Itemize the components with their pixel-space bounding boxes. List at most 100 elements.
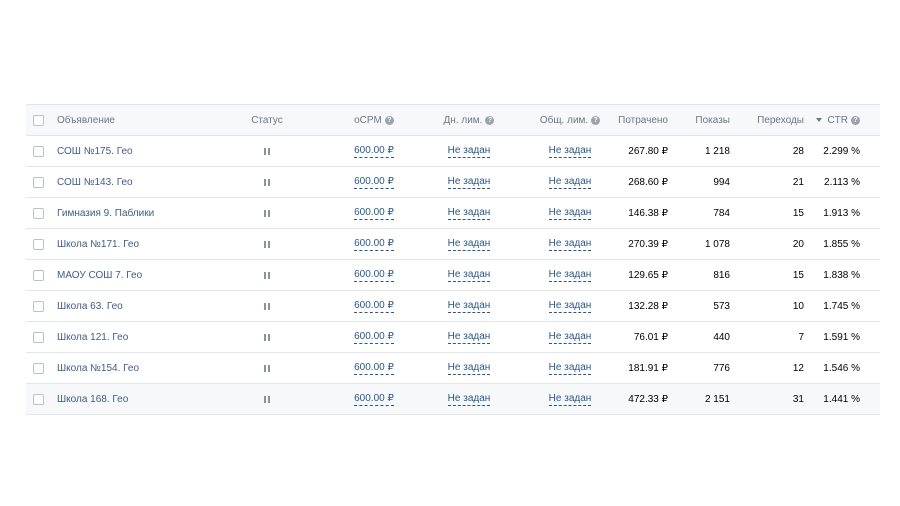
status-cell[interactable]: [232, 229, 302, 259]
daily-limit-cell[interactable]: Не задан: [424, 136, 514, 166]
table-row[interactable]: Школа 63. Гео 600.00 ₽ Не задан Не задан 132…: [26, 291, 880, 322]
row-checkbox-cell[interactable]: [33, 260, 47, 290]
status-cell[interactable]: [232, 167, 302, 197]
ocpm-value[interactable]: 600.00 ₽: [354, 145, 394, 158]
row-checkbox[interactable]: [33, 176, 44, 188]
table-row[interactable]: Школа №154. Гео 600.00 ₽ Не задан Не задан 1…: [26, 353, 880, 384]
ocpm-value[interactable]: 600.00 ₽: [354, 238, 394, 251]
status-cell[interactable]: [232, 353, 302, 383]
daily-limit-value[interactable]: Не задан: [447, 176, 491, 189]
help-circle-icon[interactable]: ?: [384, 115, 394, 125]
status-cell[interactable]: [232, 260, 302, 290]
daily-limit-value[interactable]: Не задан: [447, 393, 491, 406]
ad-name-link[interactable]: Гимназия 9. Паблики: [57, 208, 154, 219]
pause-icon[interactable]: [264, 395, 270, 403]
ocpm-cell[interactable]: 600.00 ₽: [334, 167, 414, 197]
row-checkbox-cell[interactable]: [33, 384, 47, 414]
ad-name-cell[interactable]: Школа №154. Гео: [57, 353, 139, 383]
ocpm-cell[interactable]: 600.00 ₽: [334, 353, 414, 383]
daily-limit-cell[interactable]: Не задан: [424, 167, 514, 197]
ad-name-cell[interactable]: СОШ №175. Гео: [57, 136, 133, 166]
column-header-spent[interactable]: Потрачено: [598, 105, 668, 135]
daily-limit-value[interactable]: Не задан: [447, 145, 491, 158]
pause-icon[interactable]: [264, 333, 270, 341]
daily-limit-cell[interactable]: Не задан: [424, 198, 514, 228]
table-row[interactable]: Школа №171. Гео 600.00 ₽ Не задан Не задан 2…: [26, 229, 880, 260]
ad-name-link[interactable]: Школа 63. Гео: [57, 301, 123, 312]
row-checkbox[interactable]: [33, 145, 44, 157]
daily-limit-cell[interactable]: Не задан: [424, 322, 514, 352]
daily-limit-cell[interactable]: Не задан: [424, 384, 514, 414]
status-cell[interactable]: [232, 136, 302, 166]
daily-limit-value[interactable]: Не задан: [447, 238, 491, 251]
column-header-ctr[interactable]: CTR ?: [802, 105, 860, 135]
ad-name-cell[interactable]: Школа 121. Гео: [57, 322, 128, 352]
daily-limit-cell[interactable]: Не задан: [424, 229, 514, 259]
table-row[interactable]: СОШ №175. Гео 600.00 ₽ Не задан Не задан 267…: [26, 136, 880, 167]
row-checkbox[interactable]: [33, 269, 44, 281]
ad-name-link[interactable]: Школа №154. Гео: [57, 363, 139, 374]
ocpm-cell[interactable]: 600.00 ₽: [334, 322, 414, 352]
column-header-ad[interactable]: Объявление: [57, 105, 115, 135]
ad-name-link[interactable]: МАОУ СОШ 7. Гео: [57, 270, 142, 281]
ocpm-cell[interactable]: 600.00 ₽: [334, 291, 414, 321]
help-circle-icon[interactable]: ?: [851, 115, 860, 125]
ocpm-cell[interactable]: 600.00 ₽: [334, 136, 414, 166]
column-header-clicks[interactable]: Переходы: [736, 105, 804, 135]
ad-name-link[interactable]: СОШ №143. Гео: [57, 177, 133, 188]
row-checkbox[interactable]: [33, 300, 44, 312]
column-header-status[interactable]: Статус: [232, 105, 302, 135]
table-row[interactable]: Школа 121. Гео 600.00 ₽ Не задан Не задан 76…: [26, 322, 880, 353]
total-limit-value[interactable]: Не задан: [548, 362, 592, 375]
ad-name-link[interactable]: Школа 121. Гео: [57, 332, 128, 343]
ocpm-cell[interactable]: 600.00 ₽: [334, 198, 414, 228]
row-checkbox[interactable]: [33, 362, 44, 374]
daily-limit-value[interactable]: Не задан: [447, 300, 491, 313]
row-checkbox-cell[interactable]: [33, 136, 47, 166]
column-header-daily-limit[interactable]: Дн. лим. ?: [424, 105, 514, 135]
total-limit-value[interactable]: Не задан: [548, 300, 592, 313]
total-limit-value[interactable]: Не задан: [548, 269, 592, 282]
status-cell[interactable]: [232, 322, 302, 352]
ocpm-value[interactable]: 600.00 ₽: [354, 362, 394, 375]
table-row[interactable]: МАОУ СОШ 7. Гео 600.00 ₽ Не задан Не задан 1…: [26, 260, 880, 291]
row-checkbox-cell[interactable]: [33, 198, 47, 228]
row-checkbox[interactable]: [33, 238, 44, 250]
ad-name-cell[interactable]: МАОУ СОШ 7. Гео: [57, 260, 142, 290]
daily-limit-cell[interactable]: Не задан: [424, 353, 514, 383]
daily-limit-cell[interactable]: Не задан: [424, 291, 514, 321]
pause-icon[interactable]: [264, 178, 270, 186]
pause-icon[interactable]: [264, 364, 270, 372]
row-checkbox-cell[interactable]: [33, 229, 47, 259]
ad-name-cell[interactable]: СОШ №143. Гео: [57, 167, 133, 197]
daily-limit-value[interactable]: Не задан: [447, 331, 491, 344]
daily-limit-value[interactable]: Не задан: [447, 269, 491, 282]
pause-icon[interactable]: [264, 147, 270, 155]
table-row[interactable]: Гимназия 9. Паблики 600.00 ₽ Не задан Не за…: [26, 198, 880, 229]
ad-name-link[interactable]: Школа 168. Гео: [57, 394, 128, 405]
ad-name-link[interactable]: СОШ №175. Гео: [57, 146, 133, 157]
select-all-checkbox[interactable]: [33, 114, 44, 126]
ocpm-value[interactable]: 600.00 ₽: [354, 176, 394, 189]
ad-name-cell[interactable]: Школа 168. Гео: [57, 384, 128, 414]
total-limit-value[interactable]: Не задан: [548, 393, 592, 406]
column-header-ocpm[interactable]: оCPM ?: [334, 105, 414, 135]
ad-name-cell[interactable]: Школа №171. Гео: [57, 229, 139, 259]
total-limit-value[interactable]: Не задан: [548, 331, 592, 344]
help-circle-icon[interactable]: ?: [485, 115, 495, 125]
ad-name-cell[interactable]: Школа 63. Гео: [57, 291, 123, 321]
ocpm-value[interactable]: 600.00 ₽: [354, 269, 394, 282]
total-limit-value[interactable]: Не задан: [548, 207, 592, 220]
table-row[interactable]: Школа 168. Гео 600.00 ₽ Не задан Не задан 47…: [26, 384, 880, 415]
status-cell[interactable]: [232, 198, 302, 228]
table-row[interactable]: СОШ №143. Гео 600.00 ₽ Не задан Не задан 268…: [26, 167, 880, 198]
row-checkbox-cell[interactable]: [33, 167, 47, 197]
row-checkbox[interactable]: [33, 207, 44, 219]
daily-limit-value[interactable]: Не задан: [447, 362, 491, 375]
pause-icon[interactable]: [264, 302, 270, 310]
ad-name-link[interactable]: Школа №171. Гео: [57, 239, 139, 250]
row-checkbox-cell[interactable]: [33, 291, 47, 321]
total-limit-value[interactable]: Не задан: [548, 145, 592, 158]
status-cell[interactable]: [232, 291, 302, 321]
select-all-checkbox-cell[interactable]: [33, 105, 47, 135]
